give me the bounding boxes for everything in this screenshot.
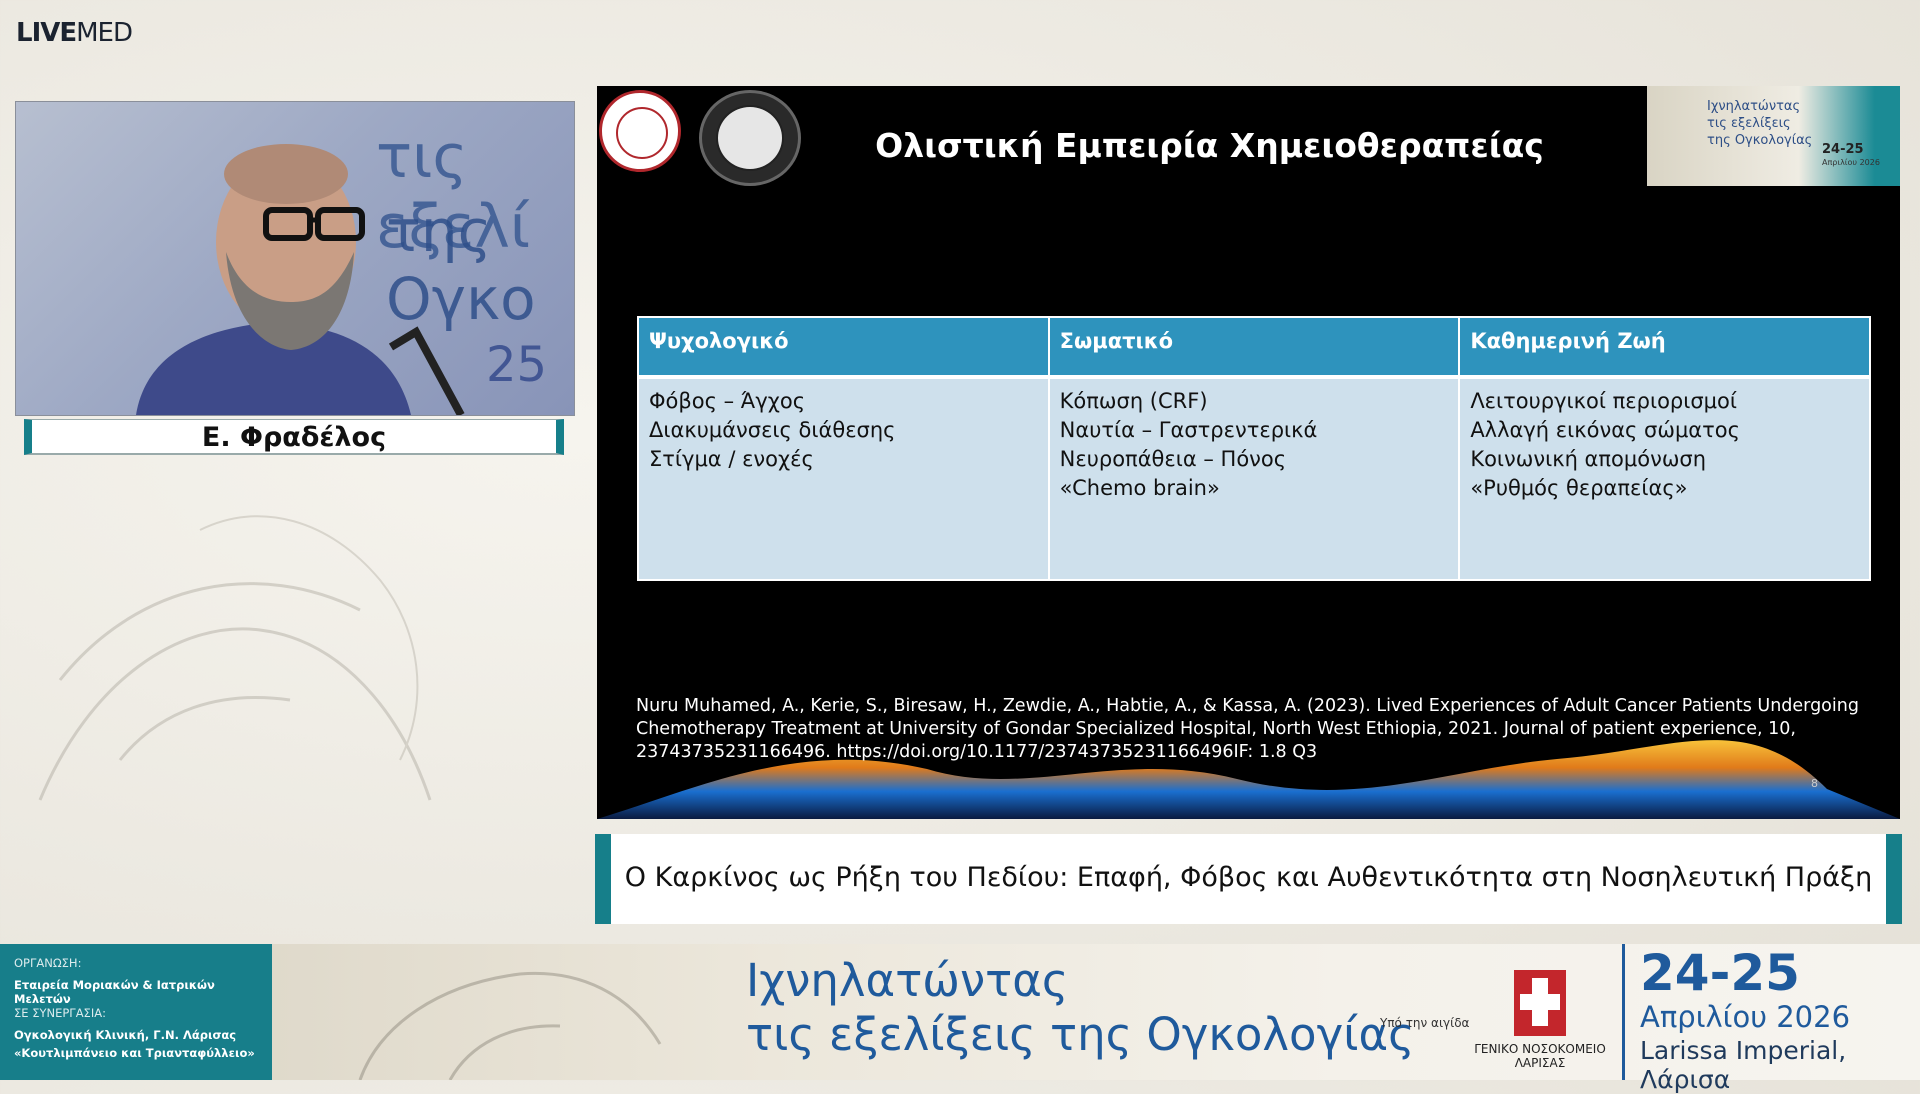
speaker-video: τις εξελί της Ογκο 25	[15, 101, 575, 416]
hospital-logo: ΓΕΝΙΚΟ ΝΟΣΟΚΟΜΕΙΟ ΛΑΡΙΣΑΣ	[1470, 970, 1610, 1070]
table-header-row: Ψυχολογικό Σωματικό Καθημερινή Ζωή	[637, 316, 1871, 379]
university-seal-icon	[699, 90, 801, 186]
talk-title-bar: Ο Καρκίνος ως Ρήξη του Πεδίου: Επαφή, Φό…	[595, 834, 1902, 924]
event-month: Απριλίου 2026	[1640, 1000, 1851, 1034]
event-venue: Larissa Imperial, Λάρισα	[1640, 1036, 1847, 1094]
table-cell: Φόβος – Άγχος Διακυμάνσεις διάθεσης Στίγ…	[637, 376, 1050, 581]
event-dates: 24-25	[1640, 944, 1800, 1002]
table-header-cell: Καθημερινή Ζωή	[1458, 316, 1871, 379]
aegis-label: Υπό την αιγίδα	[1380, 1016, 1470, 1030]
hospital-cross-icon	[1514, 970, 1566, 1036]
horse-sketch-decoration	[358, 971, 662, 1080]
livemed-logo: LIVEMED	[16, 18, 133, 48]
slide-title: Ολιστική Εμπειρία Χημειοθεραπείας	[875, 126, 1544, 165]
event-title-line1: Ιχνηλατώντας	[746, 954, 1069, 1007]
reference-citation: Nuru Muhamed, A., Kerie, S., Biresaw, H.…	[636, 696, 1859, 762]
speaker-name-plate: Ε. Φραδέλος	[24, 419, 564, 455]
table-header-cell: Σωματικό	[1047, 316, 1461, 379]
slide-page-number: 8	[1811, 777, 1818, 790]
organizer-panel: ΟΡΓΑΝΩΣΗ: Εταιρεία Μοριακών & Ιατρικών Μ…	[0, 944, 272, 1080]
presentation-slide: Ολιστική Εμπειρία Χημειοθεραπείας Ιχνηλα…	[597, 86, 1900, 819]
banner-divider	[1622, 944, 1625, 1080]
table-cell: Λειτουργικοί περιορισμοί Αλλαγή εικόνας …	[1458, 376, 1871, 581]
table-cell: Κόπωση (CRF) Ναυτία – Γαστρεντερικά Νευρ…	[1047, 376, 1461, 581]
table-header-cell: Ψυχολογικό	[637, 316, 1050, 379]
event-badge: Ιχνηλατώντας τις εξελίξεις της Ογκολογία…	[1647, 86, 1900, 186]
background-horse-sketch	[38, 515, 432, 801]
university-seal-icon	[599, 90, 681, 172]
event-title-line2: τις εξελίξεις της Ογκολογίας	[746, 1008, 1415, 1061]
event-banner: ΟΡΓΑΝΩΣΗ: Εταιρεία Μοριακών & Ιατρικών Μ…	[0, 944, 1920, 1094]
experience-table: Ψυχολογικό Σωματικό Καθημερινή Ζωή Φόβος…	[637, 316, 1871, 581]
speaker-figure	[136, 144, 465, 415]
table-row: Φόβος – Άγχος Διακυμάνσεις διάθεσης Στίγ…	[637, 376, 1871, 581]
